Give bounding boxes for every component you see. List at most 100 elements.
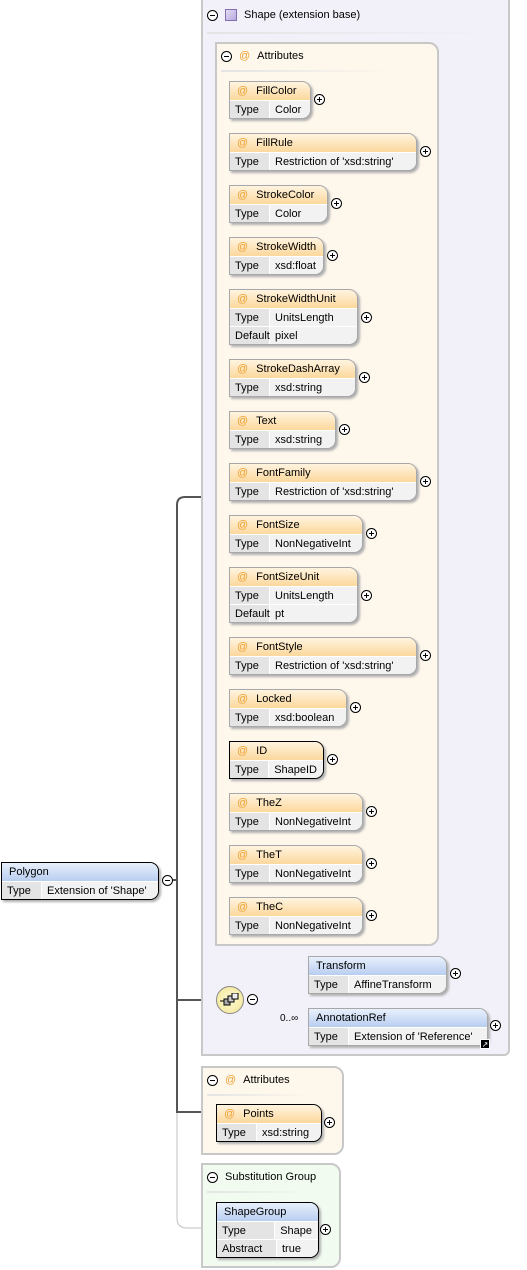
attribute-name: FontStyle bbox=[256, 641, 303, 653]
element-annotationref[interactable]: AnnotationRef Type Extension of 'Referenc… bbox=[308, 1008, 488, 1046]
expand-icon[interactable] bbox=[359, 372, 370, 383]
attribute-icon: @ bbox=[237, 901, 249, 913]
attribute-icon: @ bbox=[237, 85, 249, 97]
expand-icon[interactable] bbox=[324, 1117, 335, 1128]
expand-icon[interactable] bbox=[331, 198, 342, 209]
attribute-fontsizeunit[interactable]: @ FontSizeUnit Type UnitsLength Default pt bbox=[229, 567, 358, 623]
attribute-name: StrokeWidthUnit bbox=[256, 293, 336, 305]
attribute-icon: @ bbox=[237, 241, 249, 253]
attribute-thec[interactable]: @ TheC Type NonNegativeInt bbox=[229, 897, 363, 935]
attribute-name: TheT bbox=[256, 849, 282, 861]
expand-icon[interactable] bbox=[366, 806, 377, 817]
attribute-name: TheZ bbox=[256, 797, 282, 809]
attribute-fillcolor[interactable]: @ FillColor Type Color bbox=[229, 81, 311, 119]
attribute-name: TheC bbox=[256, 901, 284, 913]
attribute-icon: @ bbox=[237, 849, 249, 861]
expand-icon[interactable] bbox=[420, 476, 431, 487]
attribute-icon: @ bbox=[225, 1074, 237, 1086]
property-row: Type NonNegativeInt bbox=[230, 864, 362, 882]
property-row: Type Restriction of 'xsd:string' bbox=[230, 482, 416, 500]
collapse-icon[interactable] bbox=[207, 9, 218, 21]
property-row: Type NonNegativeInt bbox=[230, 812, 362, 830]
expand-icon[interactable] bbox=[350, 702, 361, 713]
attribute-name: FontFamily bbox=[256, 467, 311, 479]
attribute-name: StrokeWidth bbox=[256, 241, 317, 253]
property-row: Type Restriction of 'xsd:string' bbox=[230, 152, 416, 170]
attribute-thez[interactable]: @ TheZ Type NonNegativeInt bbox=[229, 793, 363, 831]
property-row: Type ShapeID bbox=[230, 760, 323, 778]
attribute-locked[interactable]: @ Locked Type xsd:boolean bbox=[229, 689, 347, 727]
attribute-fontsize[interactable]: @ FontSize Type NonNegativeInt bbox=[229, 515, 363, 553]
attribute-icon: @ bbox=[237, 571, 249, 583]
attribute-points[interactable]: @ Points Type xsd:string bbox=[216, 1104, 322, 1142]
property-row: Type UnitsLength bbox=[230, 586, 357, 604]
expand-icon[interactable] bbox=[490, 1020, 501, 1031]
collapse-icon[interactable] bbox=[221, 50, 232, 62]
attribute-fontfamily[interactable]: @ FontFamily Type Restriction of 'xsd:strin… bbox=[229, 463, 417, 501]
expand-icon[interactable] bbox=[420, 650, 431, 661]
expand-icon[interactable] bbox=[450, 968, 461, 979]
attribute-name: FillRule bbox=[256, 137, 293, 149]
expand-icon[interactable] bbox=[314, 94, 325, 105]
attribute-icon: @ bbox=[237, 137, 249, 149]
attribute-icon: @ bbox=[237, 293, 249, 305]
element-shapegroup[interactable]: ShapeGroup Type Shape Abstract true bbox=[216, 1202, 319, 1258]
property-row: Type NonNegativeInt bbox=[230, 916, 362, 934]
property-row: Type xsd:boolean bbox=[230, 708, 346, 726]
attribute-thet[interactable]: @ TheT Type NonNegativeInt bbox=[229, 845, 363, 883]
attribute-text[interactable]: @ Text Type xsd:string bbox=[229, 411, 336, 449]
property-row: Type UnitsLength bbox=[230, 308, 357, 326]
collapse-icon[interactable] bbox=[207, 1074, 218, 1086]
attribute-strokewidthunit[interactable]: @ StrokeWidthUnit Type UnitsLength Default pi… bbox=[229, 289, 358, 345]
expand-icon[interactable] bbox=[339, 424, 350, 435]
complex-type-icon bbox=[225, 9, 237, 21]
attribute-name: FontSize bbox=[256, 519, 300, 531]
expand-icon[interactable] bbox=[327, 754, 338, 765]
reference-link-icon[interactable]: ↗ bbox=[480, 1039, 490, 1049]
property-row: Default pixel bbox=[230, 326, 357, 344]
attribute-strokewidth[interactable]: @ StrokeWidth Type xsd:float bbox=[229, 237, 324, 275]
collapse-polygon-icon[interactable] bbox=[162, 875, 173, 886]
expand-icon[interactable] bbox=[366, 528, 377, 539]
attribute-fillrule[interactable]: @ FillRule Type Restriction of 'xsd:string' bbox=[229, 133, 417, 171]
attribute-name: FillColor bbox=[256, 85, 297, 97]
expand-icon[interactable] bbox=[366, 858, 377, 869]
element-polygon[interactable]: Polygon Type Extension of 'Shape' bbox=[1, 862, 159, 900]
expand-icon[interactable] bbox=[320, 1224, 331, 1235]
attribute-id[interactable]: @ ID Type ShapeID bbox=[229, 741, 324, 779]
attribute-icon: @ bbox=[237, 189, 249, 201]
attribute-name: ID bbox=[256, 745, 268, 757]
expand-icon[interactable] bbox=[420, 146, 431, 157]
property-row: Type xsd:string bbox=[230, 430, 335, 448]
attribute-icon: @ bbox=[224, 1108, 236, 1120]
collapse-icon[interactable] bbox=[207, 1171, 218, 1183]
property-row: Type xsd:string bbox=[230, 378, 355, 396]
group-title: Substitution Group bbox=[225, 1171, 317, 1183]
collapse-sequence-icon[interactable] bbox=[247, 994, 258, 1005]
attribute-name: FontSizeUnit bbox=[256, 571, 320, 583]
expand-icon[interactable] bbox=[361, 589, 372, 601]
group-title: Attributes bbox=[257, 50, 304, 62]
attribute-icon: @ bbox=[237, 415, 249, 427]
attribute-icon: @ bbox=[237, 363, 249, 375]
expand-icon[interactable] bbox=[361, 311, 372, 323]
attribute-name: Text bbox=[256, 415, 277, 427]
expand-icon[interactable] bbox=[366, 910, 377, 921]
property-row: Type NonNegativeInt bbox=[230, 534, 362, 552]
property-row: Type Color bbox=[230, 204, 327, 222]
attribute-strokecolor[interactable]: @ StrokeColor Type Color bbox=[229, 185, 328, 223]
attribute-fontstyle[interactable]: @ FontStyle Type Restriction of 'xsd:string… bbox=[229, 637, 417, 675]
attribute-name: Locked bbox=[256, 693, 292, 705]
group-title: Attributes bbox=[243, 1074, 290, 1086]
attribute-icon: @ bbox=[237, 467, 249, 479]
element-transform[interactable]: Transform Type AffineTransform bbox=[308, 956, 447, 994]
expand-icon[interactable] bbox=[327, 250, 338, 261]
sequence-icon[interactable] bbox=[216, 986, 244, 1014]
group-title: Shape (extension base) bbox=[244, 9, 361, 21]
property-row: Type xsd:float bbox=[230, 256, 323, 274]
attribute-icon: @ bbox=[239, 50, 251, 62]
attribute-icon: @ bbox=[237, 693, 249, 705]
attribute-name: StrokeColor bbox=[256, 189, 315, 201]
attribute-icon: @ bbox=[237, 797, 249, 809]
attribute-strokedasharray[interactable]: @ StrokeDashArray Type xsd:string bbox=[229, 359, 356, 397]
